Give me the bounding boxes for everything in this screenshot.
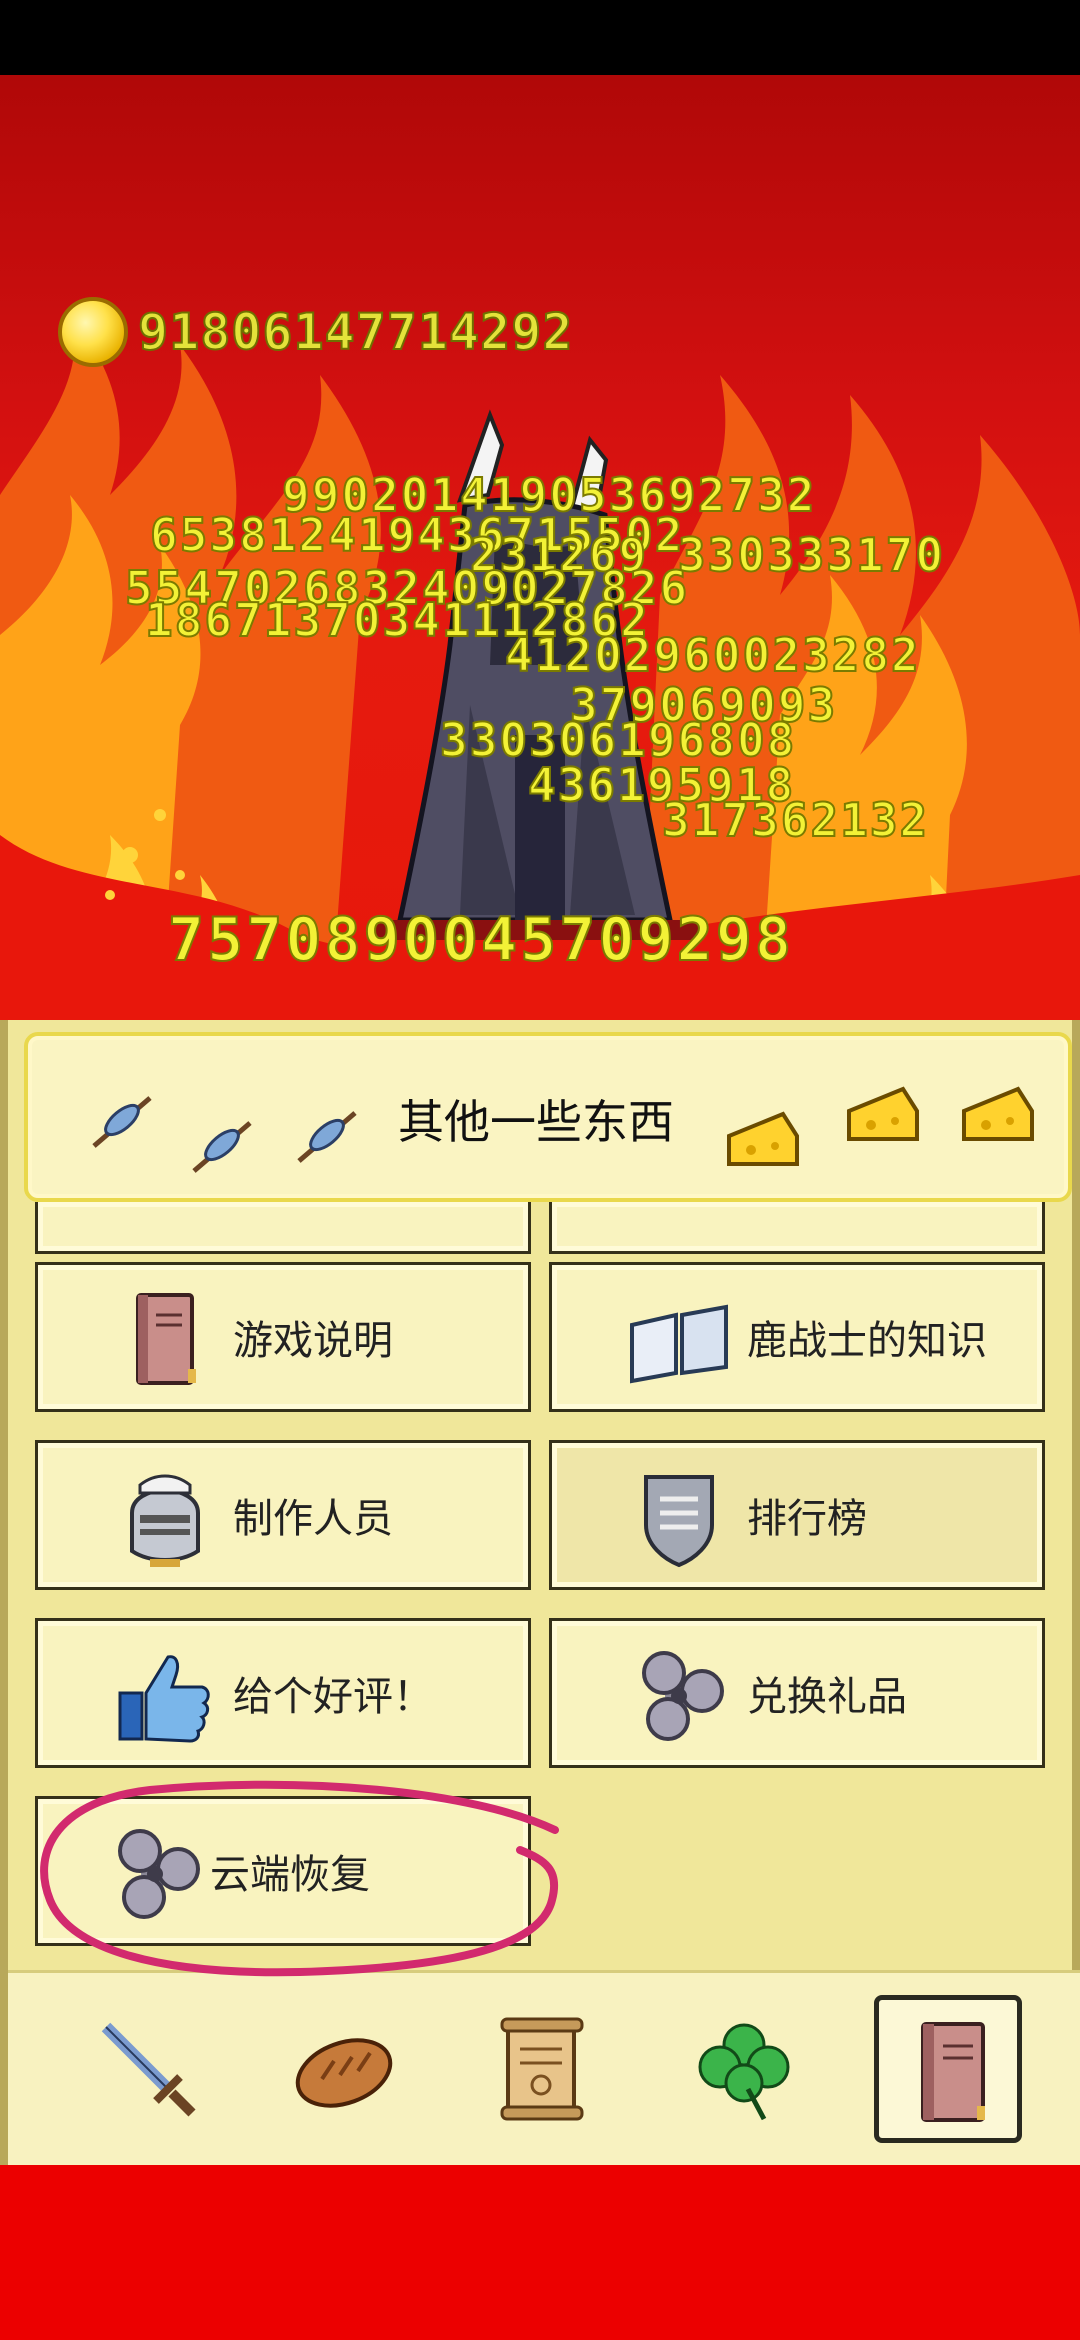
menu-button-credits[interactable]: 制作人员 bbox=[35, 1440, 531, 1590]
triskelion-icon bbox=[642, 1651, 724, 1741]
shield-icon bbox=[644, 1475, 714, 1568]
menu-label: 排行榜 bbox=[747, 1496, 867, 1542]
menu-panel: 其他一些东西 游戏说明 鹿战士的知识 制作人员 排行榜 给个好评！ 兑换礼品 云… bbox=[0, 1020, 1080, 2165]
menu-button-rate-us[interactable]: 给个好评！ bbox=[35, 1618, 531, 1768]
damage-number: 317362132 bbox=[661, 792, 930, 848]
bottom-bar bbox=[0, 2165, 1080, 2340]
bread-icon bbox=[295, 2038, 393, 2108]
menu-label: 鹿战士的知识 bbox=[747, 1318, 987, 1364]
damage-number: 41202960023282 bbox=[504, 627, 921, 683]
menu-label: 游戏说明 bbox=[233, 1318, 393, 1364]
menu-label: 云端恢复 bbox=[210, 1852, 370, 1898]
open-book-icon bbox=[630, 1304, 728, 1384]
thumbs-up-icon bbox=[118, 1655, 210, 1743]
helmet-icon bbox=[130, 1474, 200, 1567]
menu-label: 给个好评！ bbox=[233, 1674, 433, 1720]
panel-header: 其他一些东西 bbox=[24, 1032, 1072, 1202]
cheese-icon bbox=[727, 1111, 799, 1166]
menu-button-partial[interactable] bbox=[549, 1202, 1045, 1254]
status-bar bbox=[0, 0, 1080, 75]
scroll-icon bbox=[500, 2017, 584, 2121]
fish-skewer-icon bbox=[92, 1096, 152, 1148]
menu-button-deer-warrior-knowledge[interactable]: 鹿战士的知识 bbox=[549, 1262, 1045, 1412]
clover-icon bbox=[698, 2023, 790, 2121]
gold-counter: 91806147714292 bbox=[58, 297, 573, 367]
cheese-icon bbox=[847, 1086, 919, 1141]
gold-amount: 91806147714292 bbox=[137, 302, 574, 362]
panel-title: 其他一些东西 bbox=[398, 1095, 674, 1149]
cheese-icon bbox=[962, 1086, 1034, 1141]
gold-coin-icon bbox=[58, 297, 128, 367]
battle-scene[interactable]: 91806147714292 990201419053692732 653812… bbox=[0, 75, 1080, 1020]
tab-scrolls[interactable] bbox=[468, 1995, 616, 2143]
tab-food[interactable] bbox=[270, 1995, 418, 2143]
menu-label: 制作人员 bbox=[233, 1496, 393, 1542]
book-icon bbox=[921, 2022, 985, 2122]
fish-skewer-icon bbox=[192, 1121, 252, 1173]
triskelion-icon bbox=[118, 1829, 200, 1919]
menu-button-leaderboard[interactable]: 排行榜 bbox=[549, 1440, 1045, 1590]
total-damage: 7570890045709298 bbox=[167, 904, 794, 976]
book-icon bbox=[136, 1293, 196, 1385]
menu-button-redeem-gift[interactable]: 兑换礼品 bbox=[549, 1618, 1045, 1768]
tab-other[interactable] bbox=[874, 1995, 1022, 2143]
tab-weapons[interactable] bbox=[74, 1995, 222, 2143]
menu-button-cloud-restore[interactable]: 云端恢复 bbox=[35, 1796, 531, 1946]
bottom-tab-bar bbox=[8, 1970, 1080, 2165]
tab-luck[interactable] bbox=[670, 1995, 818, 2143]
sword-icon bbox=[101, 2022, 196, 2117]
menu-button-partial[interactable] bbox=[35, 1202, 531, 1254]
menu-label: 兑换礼品 bbox=[747, 1674, 907, 1720]
fish-skewer-icon bbox=[297, 1111, 357, 1163]
menu-button-game-guide[interactable]: 游戏说明 bbox=[35, 1262, 531, 1412]
